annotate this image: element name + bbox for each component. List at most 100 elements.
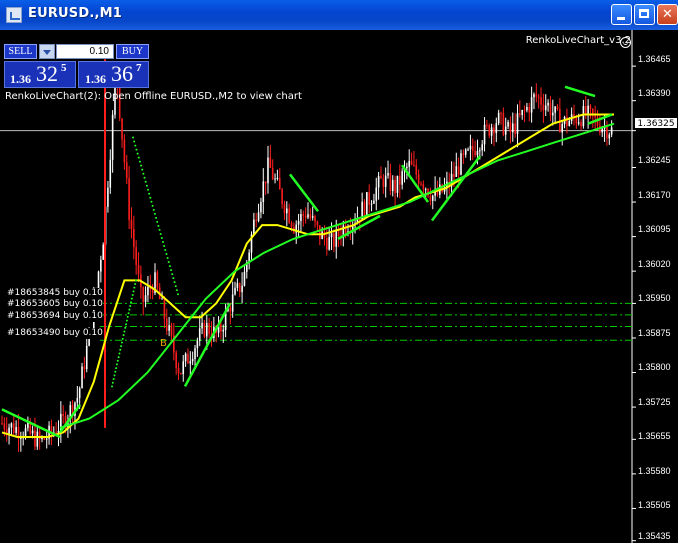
candle-body	[582, 105, 585, 127]
candle-body	[125, 162, 128, 179]
candle-body	[471, 145, 474, 151]
candle-body	[415, 165, 418, 175]
parabolic-dot	[129, 304, 132, 307]
candle-body	[387, 172, 389, 176]
envelope-segment	[289, 173, 319, 213]
parabolic-dot	[157, 224, 160, 227]
order-label[interactable]: #18653694 buy 0.10	[7, 311, 103, 322]
parabolic-dot	[111, 385, 113, 388]
candle-body	[283, 204, 286, 214]
candle-body	[547, 102, 549, 106]
buy-button[interactable]: BUY	[116, 44, 149, 59]
parabolic-dot	[166, 257, 169, 260]
lot-size-input[interactable]: 0.10	[56, 44, 114, 59]
candle-body	[511, 123, 514, 133]
candle-body	[62, 413, 64, 416]
candle-body	[413, 164, 415, 166]
parabolic-dot	[130, 297, 133, 300]
candle-body	[504, 126, 507, 135]
candle-body	[479, 150, 481, 152]
parabolic-dot	[151, 204, 154, 207]
candle-body	[27, 422, 29, 429]
parabolic-dot	[134, 283, 137, 286]
candle-body	[278, 177, 281, 190]
parabolic-dot	[128, 308, 131, 311]
candle-body	[81, 366, 83, 389]
price-tick-label: 1.35435	[638, 531, 671, 541]
candle-body	[123, 139, 126, 163]
candle-body	[187, 353, 189, 364]
candle-body	[554, 106, 556, 113]
candle-body	[316, 221, 319, 226]
candle-body	[502, 113, 505, 135]
chart-window-icon[interactable]	[6, 7, 22, 23]
parabolic-dot	[114, 370, 117, 373]
title-bar[interactable]: EURUSD.,M1 ✕	[0, 0, 678, 30]
price-tick-label: 1.36465	[638, 54, 671, 64]
parabolic-dot	[127, 312, 130, 315]
candle-body	[366, 192, 368, 216]
parabolic-dot	[174, 285, 177, 288]
parabolic-dot	[115, 363, 118, 366]
parabolic-dot	[168, 265, 171, 268]
candle-body	[460, 153, 462, 175]
candle-body	[45, 438, 48, 440]
price-tick-label: 1.36095	[638, 224, 671, 234]
minimize-button[interactable]	[611, 4, 632, 25]
buy-price-box[interactable]: 1.36 36 7	[78, 61, 149, 88]
parabolic-dot	[147, 188, 149, 191]
candle-body	[10, 423, 13, 428]
candle-body	[469, 145, 472, 150]
price-tick-label: 1.35800	[638, 362, 671, 372]
candle-body	[76, 398, 79, 403]
parabolic-dot	[122, 334, 125, 337]
parabolic-dot	[152, 208, 155, 211]
candle-body	[488, 125, 491, 136]
candle-body	[481, 144, 483, 151]
parabolic-dot	[167, 261, 170, 264]
candle-body	[276, 177, 279, 179]
price-chart[interactable]	[0, 30, 678, 543]
candle-body	[182, 361, 185, 375]
parabolic-dot	[130, 301, 133, 304]
parabolic-dot	[137, 156, 140, 159]
order-label[interactable]: #18653490 buy 0.10	[7, 328, 103, 339]
candle-body	[194, 348, 196, 359]
candle-body	[500, 112, 502, 114]
candle-body	[34, 430, 36, 447]
candle-body	[561, 123, 564, 133]
parabolic-dot	[118, 352, 121, 355]
candle-body	[575, 118, 578, 124]
parabolic-dot	[112, 378, 115, 381]
close-button[interactable]: ✕	[657, 4, 678, 25]
candle-body	[420, 183, 422, 185]
parabolic-dot	[163, 244, 166, 247]
candle-body	[530, 97, 533, 113]
candle-body	[142, 287, 145, 302]
candle-body	[264, 181, 267, 184]
candle-body	[36, 431, 39, 447]
candle-body	[3, 423, 6, 430]
current-price-badge: 1.36325	[634, 117, 678, 129]
candle-body	[467, 149, 469, 151]
order-label[interactable]: #18653605 buy 0.10	[7, 299, 103, 310]
parabolic-dot	[140, 164, 143, 167]
parabolic-dot	[148, 192, 151, 195]
parabolic-dot	[162, 240, 164, 243]
candle-body	[253, 219, 255, 235]
parabolic-dot	[164, 249, 167, 252]
candle-body	[380, 176, 382, 179]
maximize-button[interactable]	[634, 4, 655, 25]
price-tick-label: 1.35505	[638, 500, 671, 510]
candle-body	[528, 107, 531, 113]
candle-body	[523, 110, 526, 112]
sell-price-box[interactable]: 1.36 32 5	[4, 61, 76, 88]
parabolic-dot	[158, 228, 161, 231]
lot-dropdown-icon[interactable]	[39, 44, 55, 59]
candle-body	[391, 179, 394, 192]
candle-body	[111, 114, 114, 160]
candle-body	[516, 113, 519, 134]
order-label[interactable]: #18653845 buy 0.10	[7, 288, 103, 299]
sell-button[interactable]: SELL	[4, 44, 37, 59]
candle-body	[399, 175, 401, 185]
